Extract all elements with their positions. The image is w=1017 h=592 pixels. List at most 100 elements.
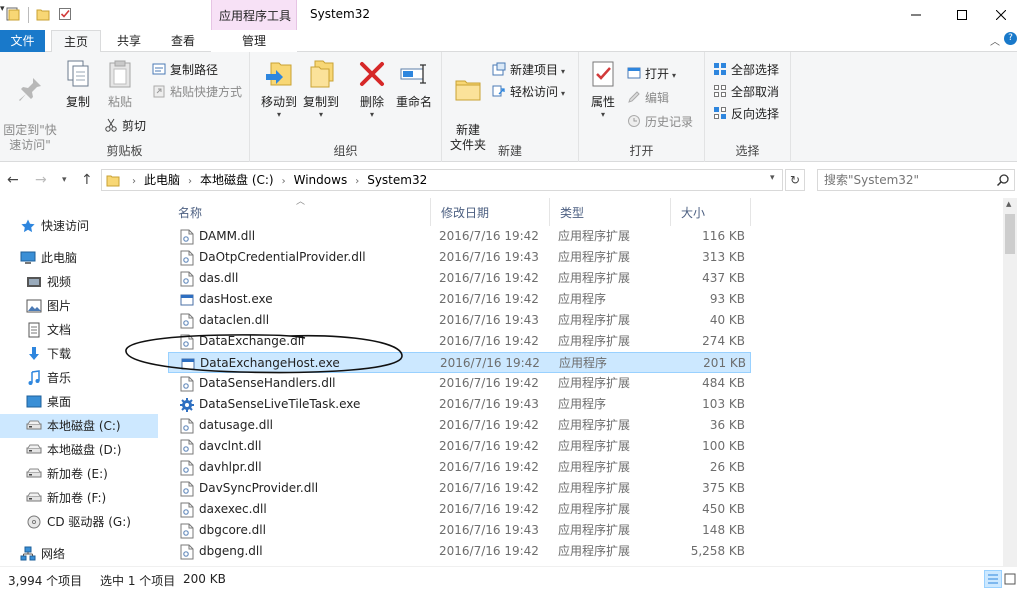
pin-quick-access-button[interactable]: 固定到"快 速访问" [2,58,58,153]
copy-icon [67,60,89,87]
minimize-icon [911,14,921,16]
invert-selection-button[interactable]: 反向选择 [713,104,779,124]
up-arrow-icon[interactable]: ↑ [81,172,93,188]
folder-small-icon[interactable] [6,7,20,21]
file-row[interactable]: dbgeng.dll 2016/7/16 19:42 应用程序扩展 5,258 KB [168,541,751,562]
breadcrumb-separator-icon[interactable]: › [188,176,192,187]
properties-button[interactable]: 属性 ▾ [585,58,621,119]
close-button[interactable] [985,0,1017,30]
tab-home[interactable]: 主页 [51,30,101,53]
address-dropdown-icon[interactable]: ▾ [770,173,775,183]
pin-icon [19,78,41,101]
nav-item-12[interactable]: CD 驱动器 (G:) [0,510,158,534]
breadcrumb-local-disk-c[interactable]: 本地磁盘 (C:) [200,173,274,187]
properties-icon[interactable] [58,7,72,21]
column-header-size[interactable]: 大小 [671,198,751,226]
new-item-button[interactable]: 新建项目 ▾ [492,60,565,80]
move-to-button[interactable]: 移动到 ▾ [258,58,300,119]
file-date: 2016/7/16 19:42 [439,439,539,453]
new-folder-icon[interactable] [36,7,50,21]
search-icon[interactable] [996,173,1010,187]
select-all-button[interactable]: 全部选择 [713,60,779,80]
scrollbar-thumb[interactable] [1005,214,1015,254]
back-arrow-icon[interactable]: ← [7,172,19,188]
breadcrumb-this-pc[interactable]: 此电脑 [144,173,180,187]
nav-item-8[interactable]: 本地磁盘 (C:) [0,414,158,438]
nav-item-5[interactable]: 下载 [0,342,158,366]
nav-item-1[interactable]: 此电脑 [0,246,158,270]
refresh-button[interactable]: ↻ [785,169,805,191]
paste-icon [109,60,131,88]
breadcrumb-system32[interactable]: System32 [367,173,427,187]
file-row[interactable]: DataExchangeHost.exe 2016/7/16 19:42 应用程序 2… [168,352,751,373]
nav-item-13[interactable]: 网络 [0,542,158,566]
dll-icon [180,439,194,455]
file-row[interactable]: DataSenseLiveTileTask.exe 2016/7/16 19:43… [168,394,751,415]
address-bar[interactable]: › 此电脑 › 本地磁盘 (C:) › Windows › System32 ▾ [101,169,783,191]
tab-view[interactable]: 查看 [160,30,206,52]
nav-item-4[interactable]: 文档 [0,318,158,342]
select-none-button[interactable]: 全部取消 [713,82,779,102]
file-type: 应用程序扩展 [558,313,631,327]
ribbon-collapse-icon[interactable]: ︿ [990,33,1000,48]
column-header-type[interactable]: 类型 [550,198,671,226]
nav-item-0[interactable]: 快速访问 [0,214,158,238]
details-view-button[interactable] [984,570,1002,588]
forward-arrow-icon[interactable]: → [35,172,47,188]
file-row[interactable]: davclnt.dll 2016/7/16 19:42 应用程序扩展 100 KB [168,436,751,457]
vertical-scrollbar[interactable]: ▲ [1003,198,1017,566]
rename-button[interactable]: 重命名 [392,58,436,110]
file-size: 5,258 KB [690,544,745,558]
nav-item-2[interactable]: 视频 [0,270,158,294]
breadcrumb-separator-icon[interactable]: › [282,176,286,187]
search-box[interactable] [817,169,1015,191]
breadcrumb-separator-icon[interactable]: › [355,176,359,187]
title-bar: ▾ 应用程序工具 System32 [0,0,1017,30]
file-row[interactable]: das.dll 2016/7/16 19:42 应用程序扩展 437 KB [168,268,751,289]
copy-to-button[interactable]: 复制到 ▾ [300,58,342,119]
file-row[interactable]: DaOtpCredentialProvider.dll 2016/7/16 19:… [168,247,751,268]
rename-icon [400,64,426,84]
scroll-up-icon[interactable]: ▲ [1006,200,1011,208]
help-icon[interactable]: ? [1004,32,1017,45]
nav-item-3[interactable]: 图片 [0,294,158,318]
nav-item-9[interactable]: 本地磁盘 (D:) [0,438,158,462]
file-row[interactable]: davhlpr.dll 2016/7/16 19:42 应用程序扩展 26 KB [168,457,751,478]
tab-file[interactable]: 文件 [0,30,45,52]
history-button[interactable]: 历史记录 [627,112,693,132]
file-row[interactable]: daxexec.dll 2016/7/16 19:42 应用程序扩展 450 KB [168,499,751,520]
open-button[interactable]: 打开 ▾ [627,64,676,84]
file-row[interactable]: DAMM.dll 2016/7/16 19:42 应用程序扩展 116 KB [168,226,751,247]
file-row[interactable]: datusage.dll 2016/7/16 19:42 应用程序扩展 36 KB [168,415,751,436]
nav-item-11[interactable]: 新加卷 (F:) [0,486,158,510]
copy-button[interactable]: 复制 [60,58,96,110]
tab-share[interactable]: 共享 [106,30,152,52]
file-row[interactable]: dataclen.dll 2016/7/16 19:43 应用程序扩展 40 KB [168,310,751,331]
breadcrumb-windows[interactable]: Windows [294,173,348,187]
maximize-button[interactable] [939,0,985,30]
minimize-button[interactable] [893,0,939,30]
recent-locations-icon[interactable]: ▾ [62,175,67,185]
nav-item-7[interactable]: 桌面 [0,390,158,414]
delete-button[interactable]: 删除 ▾ [352,58,392,119]
new-folder-button[interactable]: 新建 文件夹 [444,58,492,153]
paste-button[interactable]: 粘贴 [100,58,140,110]
paste-shortcut-button[interactable]: 粘贴快捷方式 [152,82,242,102]
large-icons-view-button[interactable] [1003,570,1017,588]
nav-item-6[interactable]: 音乐 [0,366,158,390]
search-input[interactable] [824,172,989,188]
file-row[interactable]: DavSyncProvider.dll 2016/7/16 19:42 应用程序扩展… [168,478,751,499]
easy-access-button[interactable]: 轻松访问 ▾ [492,82,565,102]
nav-item-10[interactable]: 新加卷 (E:) [0,462,158,486]
qat-dropdown-icon[interactable]: ▾ [0,4,5,14]
tab-manage[interactable]: 管理 [211,30,297,52]
edit-button[interactable]: 编辑 [627,88,669,108]
file-row[interactable]: DataExchange.dll 2016/7/16 19:42 应用程序扩展 274… [168,331,751,352]
file-row[interactable]: dasHost.exe 2016/7/16 19:42 应用程序 93 KB [168,289,751,310]
cut-button[interactable]: 剪切 [104,116,146,136]
file-row[interactable]: dbgcore.dll 2016/7/16 19:43 应用程序扩展 148 KB [168,520,751,541]
column-header-date[interactable]: 修改日期 [431,198,550,226]
column-header-name[interactable]: 名称 [168,198,431,226]
file-row[interactable]: DataSenseHandlers.dll 2016/7/16 19:42 应用程序… [168,373,751,394]
copy-path-button[interactable]: 复制路径 [152,60,218,80]
